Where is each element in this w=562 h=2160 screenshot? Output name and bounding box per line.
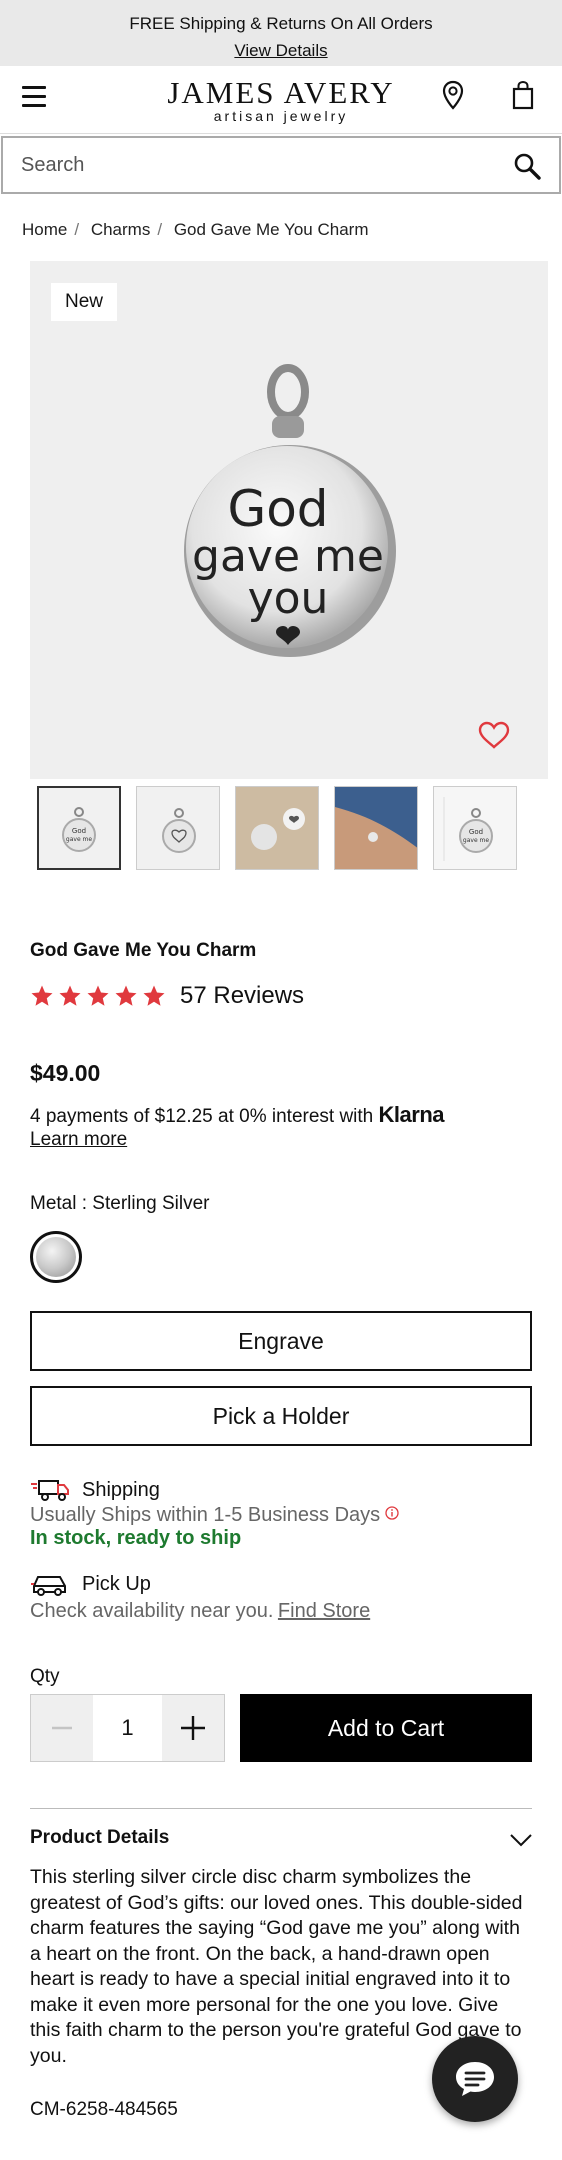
thumbnail-4[interactable] [334, 786, 418, 870]
chat-button[interactable] [432, 2036, 518, 2122]
breadcrumb: Home / Charms / God Gave Me You Charm [22, 220, 369, 239]
star-icon [115, 985, 137, 1006]
breadcrumb-current: God Gave Me You Charm [173, 220, 369, 239]
brand-name: JAMES AVERY [167, 75, 395, 110]
klarna-text: 4 payments of $12.25 at 0% interest with [30, 1106, 374, 1127]
thumbnail-5[interactable]: God gave me [433, 786, 517, 870]
add-to-cart-button[interactable]: Add to Cart [240, 1694, 532, 1762]
star-icon [31, 985, 53, 1006]
klarna-logo: Klarna [378, 1102, 445, 1127]
pickup-car-icon [31, 1576, 66, 1596]
qty-decrease-button[interactable] [31, 1695, 93, 1761]
product-info: God Gave Me You Charm 57 Reviews $49.00 … [30, 940, 532, 1446]
chevron-down-icon[interactable] [510, 1833, 532, 1847]
star-icon [59, 985, 81, 1006]
thumbnail-3[interactable] [235, 786, 319, 870]
breadcrumb-home[interactable]: Home [22, 220, 67, 239]
star-icon [143, 985, 165, 1006]
charm-image: God gave me you [184, 364, 396, 657]
shipping-title: Shipping [82, 1478, 160, 1501]
price: $49.00 [30, 1060, 101, 1086]
shopping-bag-icon[interactable] [512, 80, 534, 110]
svg-text:God: God [469, 828, 483, 836]
quantity-stepper: 1 [30, 1694, 225, 1762]
product-title: God Gave Me You Charm [30, 940, 257, 961]
charm-text-line-1: God [227, 480, 328, 538]
shipping-truck-icon [31, 1480, 69, 1501]
breadcrumb-charms[interactable]: Charms [91, 220, 151, 239]
shipping-timeframe: Usually Ships within 1-5 Business Days [30, 1504, 381, 1526]
qty-label: Qty [30, 1666, 60, 1687]
engrave-button[interactable]: Engrave [30, 1311, 532, 1371]
thumbnail-strip: God gave me God gave me [37, 786, 517, 870]
pick-holder-button[interactable]: Pick a Holder [30, 1386, 532, 1446]
pickup-title: Pick Up [82, 1572, 151, 1595]
svg-text:God: God [72, 827, 86, 835]
search-input[interactable] [3, 138, 483, 192]
star-icon [87, 985, 109, 1006]
view-details-link[interactable]: View Details [0, 37, 562, 64]
qty-value[interactable]: 1 [93, 1695, 162, 1761]
find-store-link[interactable]: Find Store [278, 1600, 370, 1622]
rating[interactable]: 57 Reviews [30, 982, 532, 1010]
klarna-learn-more-link[interactable]: Learn more [30, 1128, 532, 1151]
search-bar [1, 136, 561, 194]
charm-text-line-3: you [248, 573, 329, 624]
promo-bar: FREE Shipping & Returns On All Orders Vi… [0, 0, 562, 66]
search-icon[interactable] [513, 152, 541, 180]
promo-text: FREE Shipping & Returns On All Orders [129, 14, 433, 33]
product-description: This sterling silver circle disc charm s… [30, 1866, 523, 2067]
metal-label: Metal : Sterling Silver [30, 1193, 210, 1214]
qty-increase-button[interactable] [162, 1695, 224, 1761]
brand-logo[interactable]: JAMES AVERY artisan jewelry [0, 75, 562, 124]
klarna-info: 4 payments of $12.25 at 0% interest with… [30, 1103, 532, 1151]
metal-swatch-sterling-silver[interactable] [30, 1231, 82, 1283]
thumbnail-2[interactable] [136, 786, 220, 870]
chat-bubble-icon [456, 2062, 494, 2096]
thumbnail-1[interactable]: God gave me [37, 786, 121, 870]
store-locator-icon[interactable] [442, 80, 464, 110]
plus-icon [181, 1716, 205, 1740]
review-count[interactable]: 57 Reviews [180, 982, 304, 1010]
brand-tagline: artisan jewelry [213, 108, 349, 124]
product-image[interactable]: New God gave me you [30, 261, 548, 779]
minus-icon [52, 1726, 72, 1730]
product-details-toggle[interactable]: Product Details [30, 1827, 532, 1849]
svg-text:gave me: gave me [66, 836, 92, 843]
stock-status: In stock, ready to ship [30, 1527, 242, 1549]
info-icon[interactable] [384, 1506, 399, 1520]
fulfillment-info: Shipping Usually Ships within 1-5 Busine… [30, 1478, 550, 1623]
wishlist-heart-icon[interactable] [478, 721, 510, 749]
pickup-text: Check availability near you. [30, 1600, 274, 1622]
site-header: JAMES AVERY artisan jewelry [0, 66, 562, 134]
svg-text:gave me: gave me [463, 837, 489, 844]
